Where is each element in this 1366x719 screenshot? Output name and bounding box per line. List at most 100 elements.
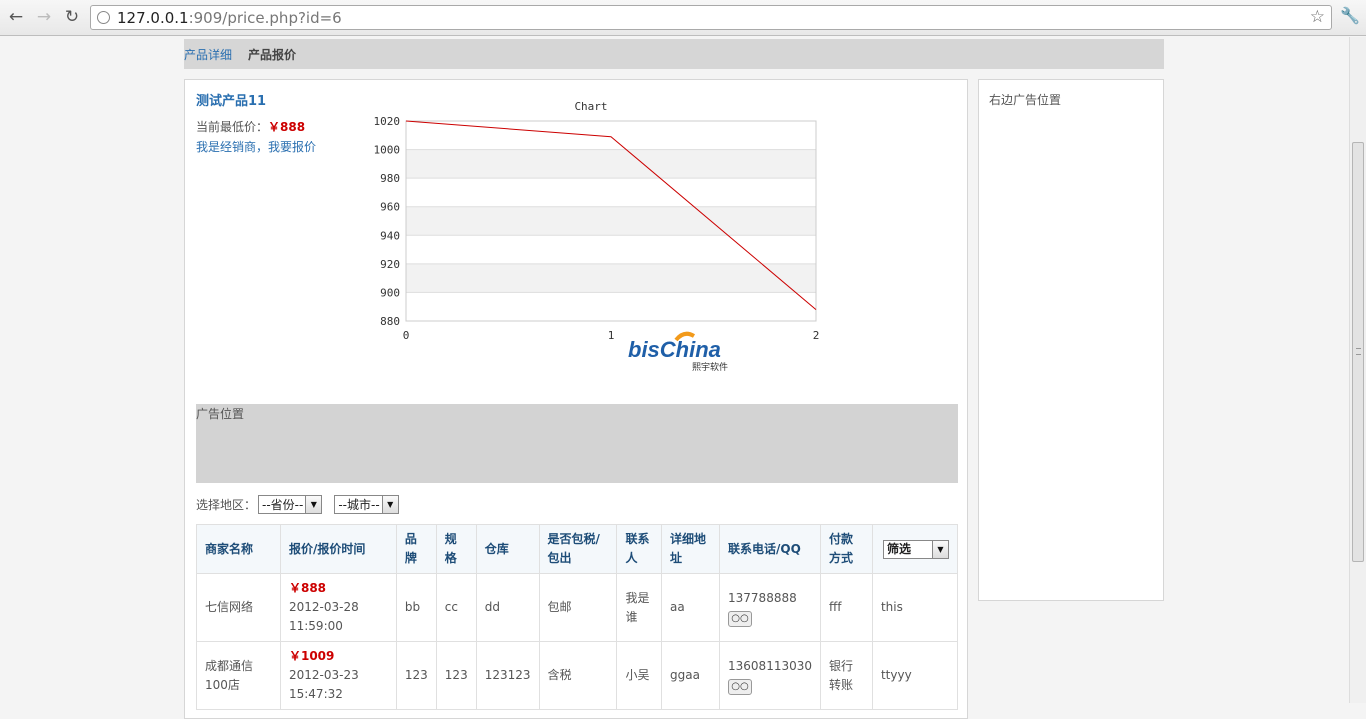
- region-label: 选择地区：: [196, 497, 257, 512]
- quote-price: ￥1009: [288, 649, 335, 663]
- main-panel: 测试产品11 当前最低价：￥888 我是经销商，我要报价 1020 1000 980…: [184, 79, 968, 719]
- ad-banner: 广告位置: [196, 404, 958, 483]
- chart-ytick-label: 980: [380, 172, 400, 185]
- brand-cell: bb: [395, 573, 437, 642]
- brand-cell: 123: [395, 641, 437, 710]
- quote-date: 2012-03-23: [288, 668, 359, 682]
- col-phone-qq: 联系电话/QQ: [719, 524, 821, 574]
- quote-time: 15:47:32: [288, 687, 343, 701]
- ad-label: 广告位置: [196, 407, 245, 421]
- col-tax: 是否包税/包出: [538, 524, 618, 574]
- col-merchant: 商家名称: [196, 524, 281, 574]
- dropdown-arrow-icon: ▼: [305, 495, 322, 513]
- col-warehouse: 仓库: [475, 524, 540, 574]
- chart-ytick-label: 1020: [374, 115, 401, 128]
- vertical-scrollbar[interactable]: [1349, 37, 1366, 703]
- wrench-icon[interactable]: 🔧: [1340, 6, 1360, 25]
- chart-grid-band: [406, 263, 816, 293]
- bookmark-star-icon[interactable]: ☆: [1310, 7, 1325, 27]
- chart-ytick-label: 900: [380, 286, 400, 299]
- filter-select-value: 筛选: [886, 541, 911, 556]
- quotes-table: 商家名称 报价/报价时间 品牌 规格 仓库 是否包税/包出 联系人 详细地址 联…: [196, 524, 959, 710]
- payment-cell: 银行转账: [820, 641, 873, 710]
- lowest-price-label: 当前最低价：: [196, 120, 269, 134]
- scrollbar-thumb[interactable]: [1352, 142, 1364, 562]
- side-ad-panel: 右边广告位置: [978, 79, 1164, 601]
- tax-cell: 含税: [538, 641, 618, 710]
- table-row: 七信网络 ￥888 2012-03-28 11:59:00 bb cc dd 包邮 …: [196, 573, 959, 642]
- product-tabbar: 产品详细 产品报价: [184, 39, 1164, 69]
- chart-xtick-label: 2: [813, 329, 820, 342]
- price-chart: 1020 1000 980 960 940 920 900 880 0 1 2 Chart: [355, 94, 835, 344]
- region-filter: 选择地区： --省份-- ▼ --城市-- ▼: [196, 494, 399, 514]
- quote-date: 2012-03-28: [288, 600, 359, 614]
- col-address: 详细地址: [661, 524, 721, 574]
- price-time-cell: ￥1009 2012-03-23 15:47:32: [279, 641, 397, 710]
- chart-grid-band: [406, 149, 816, 179]
- price-chart-svg: 1020 1000 980 960 940 920 900 8800 1 2 Chart: [374, 100, 820, 342]
- merchant-name: 成都通信100店: [196, 641, 281, 710]
- browser-toolbar: ← → ↻ 127.0.0.1:909/price.php?id=6 ☆ 🔧: [0, 0, 1366, 36]
- table-header-row: 商家名称 报价/报价时间 品牌 规格 仓库 是否包税/包出 联系人 详细地址 联…: [196, 524, 959, 574]
- contact-cell: 小吴: [616, 641, 663, 710]
- address-cell: aa: [661, 573, 721, 642]
- note-cell: this: [871, 573, 959, 642]
- globe-icon: [97, 11, 110, 24]
- quote-price: ￥888: [288, 581, 327, 595]
- warehouse-cell: dd: [475, 573, 540, 642]
- table-row: 成都通信100店 ￥1009 2012-03-23 15:47:32 123 123…: [196, 641, 959, 710]
- tab-product-quote[interactable]: 产品报价: [248, 46, 296, 63]
- phone-qq-cell: 137788888 ○○: [719, 573, 821, 642]
- col-contact: 联系人: [616, 524, 663, 574]
- chart-ytick-label: 940: [380, 229, 400, 242]
- filter-select[interactable]: 筛选 ▼: [882, 539, 949, 559]
- bischina-logo-svg: bisChina 熙宇软件: [628, 331, 728, 373]
- chart-xtick-label: 1: [608, 329, 615, 342]
- chart-xtick-label: 0: [403, 329, 410, 342]
- address-bar[interactable]: 127.0.0.1:909/price.php?id=6 ☆: [90, 5, 1332, 30]
- col-payment: 付款方式: [820, 524, 873, 574]
- spec-cell: 123: [435, 641, 477, 710]
- tax-cell: 包邮: [538, 573, 618, 642]
- phone-number: 137788888: [728, 590, 797, 605]
- province-select[interactable]: --省份-- ▼: [258, 494, 323, 514]
- qq-icon[interactable]: ○○: [728, 678, 753, 695]
- qq-icon[interactable]: ○○: [728, 610, 753, 627]
- price-time-cell: ￥888 2012-03-28 11:59:00: [279, 573, 397, 642]
- contact-cell: 我是谁: [616, 573, 663, 642]
- city-select[interactable]: --城市-- ▼: [334, 494, 399, 514]
- grip-icon: [1356, 348, 1361, 355]
- col-price-time: 报价/报价时间: [279, 524, 397, 574]
- merchant-name: 七信网络: [196, 573, 281, 642]
- url-text[interactable]: 127.0.0.1:909/price.php?id=6: [117, 9, 342, 27]
- chart-ytick-label: 920: [380, 258, 400, 271]
- dropdown-arrow-icon: ▼: [931, 540, 948, 558]
- side-ad-label: 右边广告位置: [989, 93, 1062, 107]
- chart-grid-band: [406, 206, 816, 236]
- tab-product-detail[interactable]: 产品详细: [184, 46, 232, 63]
- forward-icon[interactable]: →: [33, 6, 55, 28]
- spec-cell: cc: [435, 573, 477, 642]
- col-brand: 品牌: [395, 524, 437, 574]
- lowest-price: 当前最低价：￥888: [196, 118, 305, 135]
- payment-cell: fff: [820, 573, 873, 642]
- url-path: :909/price.php?id=6: [188, 9, 342, 27]
- quote-time: 11:59:00: [288, 619, 343, 633]
- chart-ytick-label: 880: [380, 315, 400, 328]
- phone-qq-cell: 13608113030 ○○: [719, 641, 821, 710]
- logo-main-text: bisChina: [628, 337, 721, 362]
- lowest-price-value: ￥888: [268, 120, 306, 134]
- chart-ytick-label: 960: [380, 201, 400, 214]
- chart-title: Chart: [574, 100, 607, 113]
- col-filter: 筛选 ▼: [871, 524, 959, 574]
- address-cell: ggaa: [661, 641, 721, 710]
- col-spec: 规格: [435, 524, 477, 574]
- back-icon[interactable]: ←: [5, 6, 27, 28]
- note-cell: ttyyy: [871, 641, 959, 710]
- phone-number: 13608113030: [728, 658, 812, 673]
- chart-ytick-label: 1000: [374, 144, 401, 157]
- reload-icon[interactable]: ↻: [61, 6, 83, 28]
- logo-sub-text: 熙宇软件: [692, 361, 728, 373]
- warehouse-cell: 123123: [475, 641, 540, 710]
- dealer-quote-link[interactable]: 我是经销商，我要报价: [196, 138, 316, 155]
